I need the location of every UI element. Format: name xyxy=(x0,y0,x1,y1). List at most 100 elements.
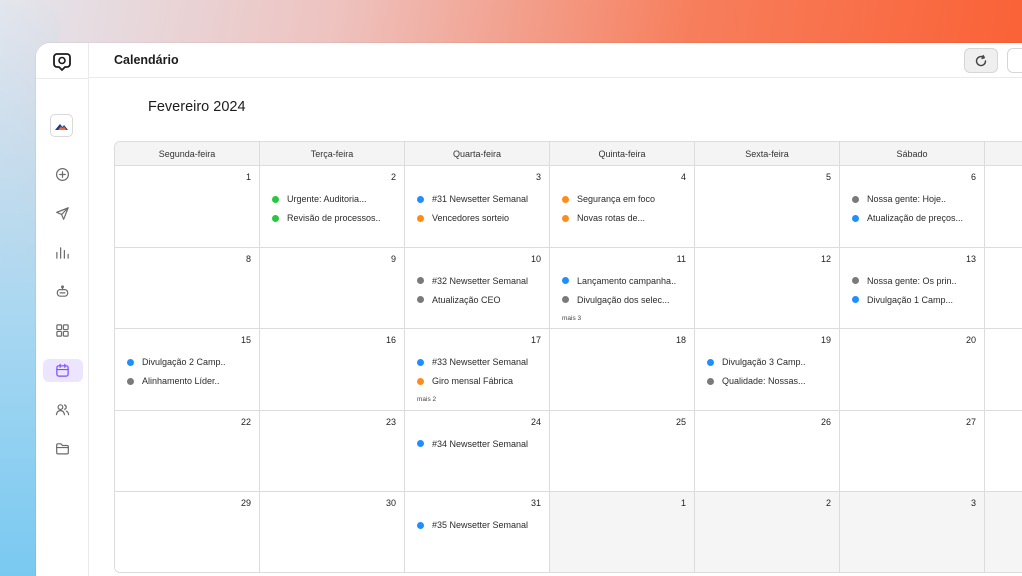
event-status-dot xyxy=(562,195,569,203)
event-label: Nossa gente: Hoje.. xyxy=(867,194,947,204)
day-cell[interactable]: 15 Divulgação 2 Camp.. Alinhamento Líder.. xyxy=(115,329,260,411)
day-cell[interactable]: 17 #33 Newsetter Semanal Giro mensal Fábri… xyxy=(405,329,550,411)
sidebar-item-users[interactable] xyxy=(36,397,89,421)
more-events-link[interactable]: mais 3 xyxy=(562,315,581,322)
day-cell-partial[interactable] xyxy=(985,247,1022,329)
day-cell[interactable]: 26 xyxy=(695,410,840,492)
weekday-quinta: Quinta-feira xyxy=(550,142,695,166)
day-number: 3 xyxy=(970,498,976,508)
day-number: 17 xyxy=(530,335,541,345)
calendar-event[interactable]: Nossa gente: Os prin.. xyxy=(852,274,980,288)
day-number: 8 xyxy=(245,253,251,264)
calendar-event[interactable]: Urgente: Auditoria... xyxy=(272,192,400,206)
day-number: 10 xyxy=(530,253,541,264)
calendar-event[interactable]: #31 Newsetter Semanal xyxy=(417,192,545,206)
toolbar-button-partial[interactable] xyxy=(1007,48,1022,73)
event-label: Vencedores sorteio xyxy=(432,213,510,223)
day-number: 2 xyxy=(390,172,396,182)
day-cell[interactable]: 5 xyxy=(695,166,840,248)
calendar-event[interactable]: Qualidade: Nossas... xyxy=(707,374,835,388)
calendar-event[interactable]: Nossa gente: Hoje.. xyxy=(852,192,980,206)
day-cell[interactable]: 3 #31 Newsetter Semanal Vencedores sorteio xyxy=(405,166,550,248)
day-cell[interactable]: 19 Divulgação 3 Camp.. Qualidade: Nossas..… xyxy=(695,329,840,411)
day-cell[interactable]: 8 xyxy=(115,247,260,329)
sidebar-item-bar-chart[interactable] xyxy=(36,240,89,264)
day-number: 16 xyxy=(385,335,396,345)
day-cell[interactable]: 29 xyxy=(115,492,260,572)
logo-icon[interactable] xyxy=(51,51,73,73)
event-label: Urgente: Auditoria... xyxy=(287,194,367,204)
day-cell[interactable]: 23 xyxy=(260,410,405,492)
calendar-event[interactable]: Divulgação 3 Camp.. xyxy=(707,355,835,369)
calendar-event[interactable]: Lançamento campanha.. xyxy=(562,274,690,288)
event-label: Divulgação 3 Camp.. xyxy=(722,357,806,367)
day-cell-partial[interactable] xyxy=(985,410,1022,492)
calendar-event[interactable]: Giro mensal Fábrica xyxy=(417,374,545,388)
day-cell[interactable]: 10 #32 Newsetter Semanal Atualização CEO xyxy=(405,247,550,329)
sidebar-item-bot[interactable] xyxy=(36,279,89,303)
event-status-dot xyxy=(852,214,859,222)
day-cell[interactable]: 18 xyxy=(550,329,695,411)
calendar-event[interactable]: Segurança em foco xyxy=(562,192,690,206)
day-cell-partial[interactable] xyxy=(985,166,1022,248)
day-cell[interactable]: 30 xyxy=(260,492,405,572)
event-label: #33 Newsetter Semanal xyxy=(432,357,529,367)
day-cell[interactable]: 20 xyxy=(840,329,985,411)
sidebar-item-grid[interactable] xyxy=(36,318,89,342)
day-cell[interactable]: 27 xyxy=(840,410,985,492)
weekday-header-partial xyxy=(985,142,1022,166)
day-number: 5 xyxy=(825,172,831,182)
calendar-event[interactable]: Vencedores sorteio xyxy=(417,211,545,225)
day-cell-partial[interactable] xyxy=(985,492,1022,572)
event-label: Atualização de preços... xyxy=(867,213,964,223)
event-label: #34 Newsetter Semanal xyxy=(432,438,529,449)
users-icon xyxy=(55,403,70,415)
calendar-event[interactable]: #35 Newsetter Semanal xyxy=(417,518,545,532)
calendar-event[interactable]: Divulgação 1 Camp... xyxy=(852,293,980,307)
sidebar-divider xyxy=(36,78,89,79)
calendar-event[interactable]: Alinhamento Líder.. xyxy=(127,374,255,388)
day-cell[interactable]: 24 #34 Newsetter Semanal xyxy=(405,410,550,492)
calendar-event[interactable]: #34 Newsetter Semanal xyxy=(417,437,545,451)
day-cell[interactable]: 31 #35 Newsetter Semanal xyxy=(405,492,550,572)
event-label: Segurança em foco xyxy=(577,194,656,204)
event-label: Divulgação 2 Camp.. xyxy=(142,357,226,367)
sidebar-item-send[interactable] xyxy=(36,201,89,225)
day-cell[interactable]: 13 Nossa gente: Os prin.. Divulgação 1 Cam… xyxy=(840,247,985,329)
day-cell[interactable]: 3 xyxy=(840,492,985,572)
sidebar-item-plus-circle[interactable] xyxy=(36,162,89,186)
calendar-event[interactable]: Atualização de preços... xyxy=(852,211,980,225)
calendar-event[interactable]: #33 Newsetter Semanal xyxy=(417,355,545,369)
day-cell[interactable]: 2 Urgente: Auditoria... Revisão de process… xyxy=(260,166,405,248)
calendar-event[interactable]: Revisão de processos.. xyxy=(272,211,400,225)
event-status-dot xyxy=(562,296,569,303)
day-number: 26 xyxy=(820,416,831,427)
refresh-button[interactable] xyxy=(964,48,998,73)
day-cell[interactable]: 11 Lançamento campanha.. Divulgação dos se… xyxy=(550,247,695,329)
event-status-dot xyxy=(127,358,134,366)
calendar-event[interactable]: #32 Newsetter Semanal xyxy=(417,274,545,288)
sidebar-item-folder[interactable] xyxy=(36,436,89,460)
more-events-link[interactable]: mais 2 xyxy=(417,396,436,403)
day-cell[interactable]: 12 xyxy=(695,247,840,329)
calendar-event[interactable]: Divulgação dos selec... xyxy=(562,293,690,307)
calendar-event[interactable]: Novas rotas de... xyxy=(562,211,690,225)
calendar-event[interactable]: Divulgação 2 Camp.. xyxy=(127,355,255,369)
day-cell[interactable]: 6 Nossa gente: Hoje.. Atualização de preço… xyxy=(840,166,985,248)
day-cell[interactable]: 2 xyxy=(695,492,840,572)
sidebar-item-calendar[interactable] xyxy=(36,358,89,382)
calendar-event[interactable]: Atualização CEO xyxy=(417,293,545,307)
day-cell[interactable]: 25 xyxy=(550,410,695,492)
event-label: Alinhamento Líder.. xyxy=(142,376,220,386)
day-cell[interactable]: 1 xyxy=(115,166,260,248)
day-cell[interactable]: 22 xyxy=(115,410,260,492)
event-label: Divulgação dos selec... xyxy=(577,294,670,305)
day-cell-partial[interactable] xyxy=(985,329,1022,411)
event-label: Giro mensal Fábrica xyxy=(432,376,514,386)
day-cell[interactable]: 1 xyxy=(550,492,695,572)
day-cell[interactable]: 4 Segurança em foco Novas rotas de... xyxy=(550,166,695,248)
day-cell[interactable]: 9 xyxy=(260,247,405,329)
workspace-switcher[interactable] xyxy=(50,114,73,137)
day-cell[interactable]: 16 xyxy=(260,329,405,411)
event-status-dot xyxy=(562,214,569,222)
